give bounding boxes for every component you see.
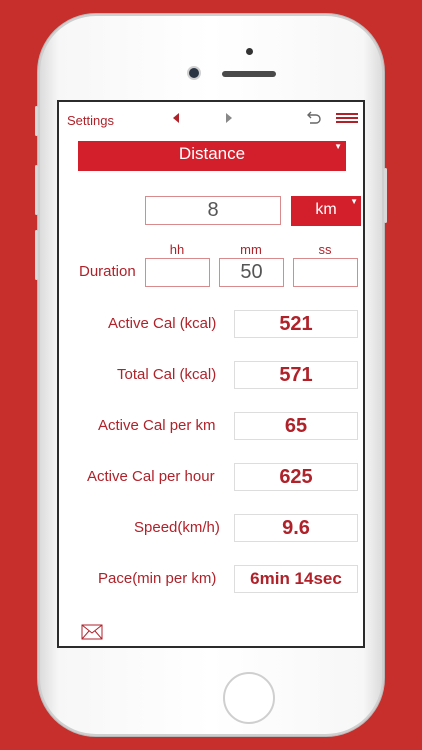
pace-value: 6min 14sec [234, 565, 358, 593]
home-button[interactable] [223, 672, 275, 724]
settings-button[interactable]: Settings [67, 113, 114, 128]
dropdown-triangle-icon: ▼ [350, 197, 358, 206]
app-screen: Settings Distance ▼ 8 km ▼ hh mm ss Dura… [57, 100, 365, 648]
seconds-input[interactable] [293, 258, 358, 287]
active-cal-label: Active Cal (kcal) [108, 315, 217, 332]
minutes-input[interactable]: 50 [219, 258, 284, 287]
total-cal-label: Total Cal (kcal) [117, 366, 217, 383]
total-cal-value: 571 [234, 361, 358, 389]
unit-label: km [315, 201, 337, 218]
volume-down-button [35, 230, 38, 280]
hours-input[interactable] [145, 258, 210, 287]
envelope-icon[interactable] [81, 624, 103, 640]
mute-switch [35, 106, 38, 136]
hamburger-icon[interactable] [336, 113, 358, 123]
distance-input[interactable]: 8 [145, 196, 281, 225]
speed-label: Speed(km/h) [134, 519, 220, 536]
unit-dropdown[interactable]: km ▼ [291, 196, 361, 226]
seconds-header: ss [318, 242, 332, 257]
volume-up-button [35, 165, 38, 215]
front-camera [189, 68, 199, 78]
pace-label: Pace(min per km) [98, 570, 217, 587]
hours-header: hh [169, 242, 185, 257]
mode-label: Distance [178, 144, 246, 163]
active-cal-per-hour-value: 625 [234, 463, 358, 491]
sensor-dot [246, 48, 253, 55]
mode-dropdown[interactable]: Distance ▼ [78, 141, 346, 171]
triangle-right-icon[interactable] [226, 113, 232, 123]
undo-icon[interactable] [305, 109, 323, 127]
speed-value: 9.6 [234, 514, 358, 542]
triangle-left-icon[interactable] [173, 113, 179, 123]
active-cal-per-km-value: 65 [234, 412, 358, 440]
active-cal-per-hour-label: Active Cal per hour [87, 468, 215, 485]
active-cal-value: 521 [234, 310, 358, 338]
power-button [384, 168, 387, 223]
dropdown-triangle-icon: ▼ [334, 142, 342, 151]
active-cal-per-km-label: Active Cal per km [98, 417, 216, 434]
minutes-header: mm [240, 242, 262, 257]
duration-label: Duration [79, 263, 136, 280]
top-bar: Settings [59, 102, 363, 138]
earpiece-speaker [222, 71, 276, 77]
